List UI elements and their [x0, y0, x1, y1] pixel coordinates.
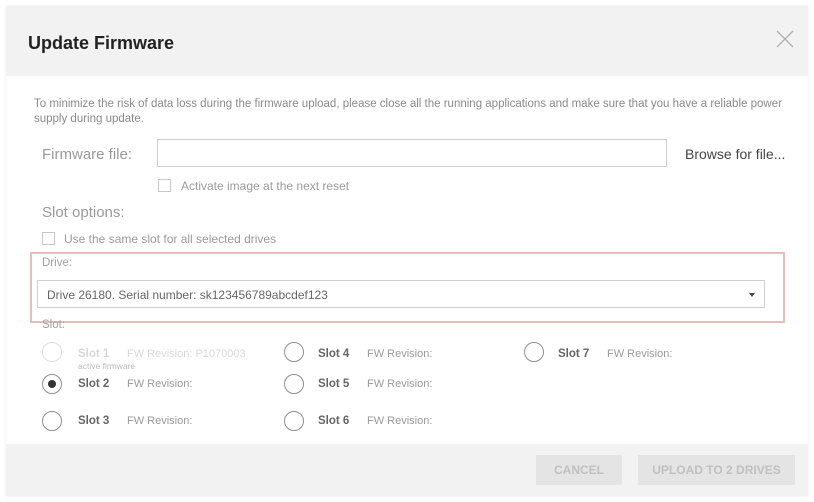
drive-select-value: Drive 26180. Serial number: sk123456789a… [47, 288, 328, 302]
activate-image-label: Activate image at the next reset [181, 179, 350, 193]
same-slot-label: Use the same slot for all selected drive… [64, 232, 277, 246]
drive-select[interactable]: Drive 26180. Serial number: sk123456789a… [37, 280, 765, 308]
caret-down-icon [749, 293, 755, 297]
slot-6-name: Slot 6 [318, 415, 350, 427]
slot-4-name: Slot 4 [318, 348, 350, 360]
dialog-header: Update Firmware [6, 6, 808, 76]
slot-5-radio[interactable] [284, 374, 304, 394]
browse-for-file-link[interactable]: Browse for file... [685, 146, 785, 162]
intro-text: To minimize the risk of data loss during… [34, 98, 782, 125]
slot-2-radio[interactable] [42, 374, 62, 394]
firmware-file-input[interactable] [157, 139, 667, 167]
slot-1-fw-revision: FW Revision: P1070003 [127, 348, 246, 360]
dialog-footer: CANCEL UPLOAD TO 2 DRIVES [6, 444, 808, 496]
same-slot-checkbox[interactable] [42, 232, 55, 245]
activate-image-checkbox[interactable] [158, 179, 171, 192]
slot-options-label: Slot options: [42, 204, 125, 221]
slot-label: Slot: [42, 319, 66, 331]
slot-3-radio[interactable] [42, 411, 62, 431]
slot-7-name: Slot 7 [558, 348, 590, 360]
slot-7-fw-revision: FW Revision: [607, 348, 673, 360]
slot-7-radio[interactable] [524, 342, 544, 362]
close-icon[interactable] [774, 28, 796, 50]
slot-4-fw-revision: FW Revision: [367, 348, 433, 360]
slot-6-fw-revision: FW Revision: [367, 415, 433, 427]
upload-button[interactable]: UPLOAD TO 2 DRIVES [638, 455, 795, 485]
cancel-button[interactable]: CANCEL [536, 455, 622, 485]
slot-1-active-note: active firmware [78, 361, 136, 371]
slot-4-radio[interactable] [284, 342, 304, 362]
slot-1-radio[interactable] [42, 342, 62, 362]
slot-1-name: Slot 1 [78, 348, 110, 360]
dialog-title: Update Firmware [28, 33, 175, 53]
drive-label: Drive: [42, 257, 73, 269]
radio-selected-dot [48, 380, 56, 388]
slot-3-fw-revision: FW Revision: [127, 415, 193, 427]
firmware-file-label: Firmware file: [42, 146, 133, 163]
slot-6-radio[interactable] [284, 411, 304, 431]
slot-5-fw-revision: FW Revision: [367, 378, 433, 390]
slot-2-fw-revision: FW Revision: [127, 378, 193, 390]
update-firmware-dialog: Update Firmware To minimize the risk of … [6, 6, 808, 496]
slot-5-name: Slot 5 [318, 378, 350, 390]
slot-3-name: Slot 3 [78, 415, 110, 427]
slot-2-name: Slot 2 [78, 378, 110, 390]
